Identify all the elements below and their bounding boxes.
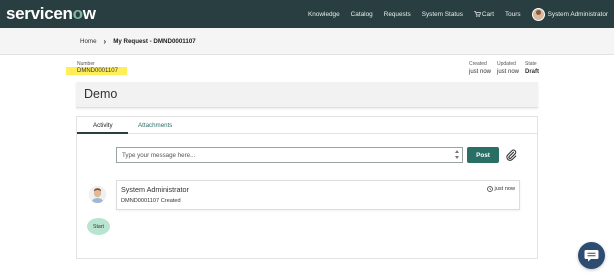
activity-entry: System Administrator just now DMND000110…	[116, 180, 520, 210]
user-menu[interactable]: System Administrator	[531, 7, 608, 21]
breadcrumb-home[interactable]: Home	[80, 38, 97, 45]
created-value: just now	[469, 69, 492, 75]
activity-card: Activity Attachments Type your message h…	[76, 116, 538, 259]
logo-text-o: o	[72, 4, 83, 23]
nav-system-status[interactable]: System Status	[422, 11, 463, 18]
paperclip-icon[interactable]	[505, 149, 517, 161]
logo-text-prefix: servicen	[6, 4, 73, 23]
state-field: State Draft	[525, 61, 539, 75]
entry-time: just now	[487, 186, 515, 192]
title-panel: Demo	[76, 82, 538, 108]
active-tab-indicator	[77, 132, 128, 134]
nav-knowledge[interactable]: Knowledge	[308, 11, 340, 18]
entry-time-label: just now	[494, 186, 515, 192]
avatar	[531, 7, 545, 21]
user-name: System Administrator	[547, 10, 608, 18]
entry-text: DMND0001107 Created	[121, 198, 181, 204]
tab-activity[interactable]: Activity	[93, 122, 113, 129]
entry-author: System Administrator	[121, 185, 189, 194]
state-value: Draft	[525, 69, 540, 75]
updated-field: Updated just now	[497, 61, 519, 75]
chevron-down-icon	[455, 156, 459, 159]
message-placeholder: Type your message here...	[122, 152, 196, 159]
page-title: Demo	[84, 87, 118, 101]
nav-tours[interactable]: Tours	[505, 11, 521, 18]
chevron-right-icon: ›	[103, 36, 107, 46]
created-label: Created	[469, 61, 487, 67]
logo-text-suffix: w	[82, 4, 96, 23]
post-button[interactable]: Post	[467, 147, 499, 163]
servicenow-logo[interactable]: servicenow	[6, 4, 96, 24]
message-input[interactable]: Type your message here...	[116, 147, 463, 163]
breadcrumb: Home › My Request - DMND0001107	[0, 28, 614, 55]
number-value: DMND0001107	[66, 67, 127, 75]
nav-cart[interactable]: Cart	[474, 11, 494, 18]
chevron-up-icon	[455, 150, 459, 153]
tab-attachments[interactable]: Attachments	[138, 122, 172, 129]
clock-icon	[487, 186, 494, 192]
state-label: State	[525, 61, 537, 67]
resize-stepper[interactable]	[454, 149, 460, 161]
tab-bar: Activity Attachments	[77, 117, 537, 134]
chat-icon	[584, 250, 599, 262]
start-badge: Start	[87, 218, 110, 235]
updated-label: Updated	[497, 61, 516, 67]
breadcrumb-current: My Request - DMND0001107	[113, 37, 196, 45]
nav-catalog[interactable]: Catalog	[351, 11, 373, 18]
nav-requests[interactable]: Requests	[384, 11, 411, 18]
created-field: Created just now	[469, 61, 491, 75]
updated-value: just now	[497, 69, 520, 75]
top-navigation: servicenow Knowledge Catalog Requests Sy…	[0, 0, 614, 28]
cart-icon	[474, 11, 481, 17]
author-avatar	[89, 186, 106, 203]
nav-menu: Knowledge Catalog Requests System Status…	[297, 0, 608, 28]
avatar-image	[89, 186, 106, 203]
nav-cart-label: Cart	[481, 10, 494, 18]
chat-button[interactable]	[578, 242, 605, 269]
